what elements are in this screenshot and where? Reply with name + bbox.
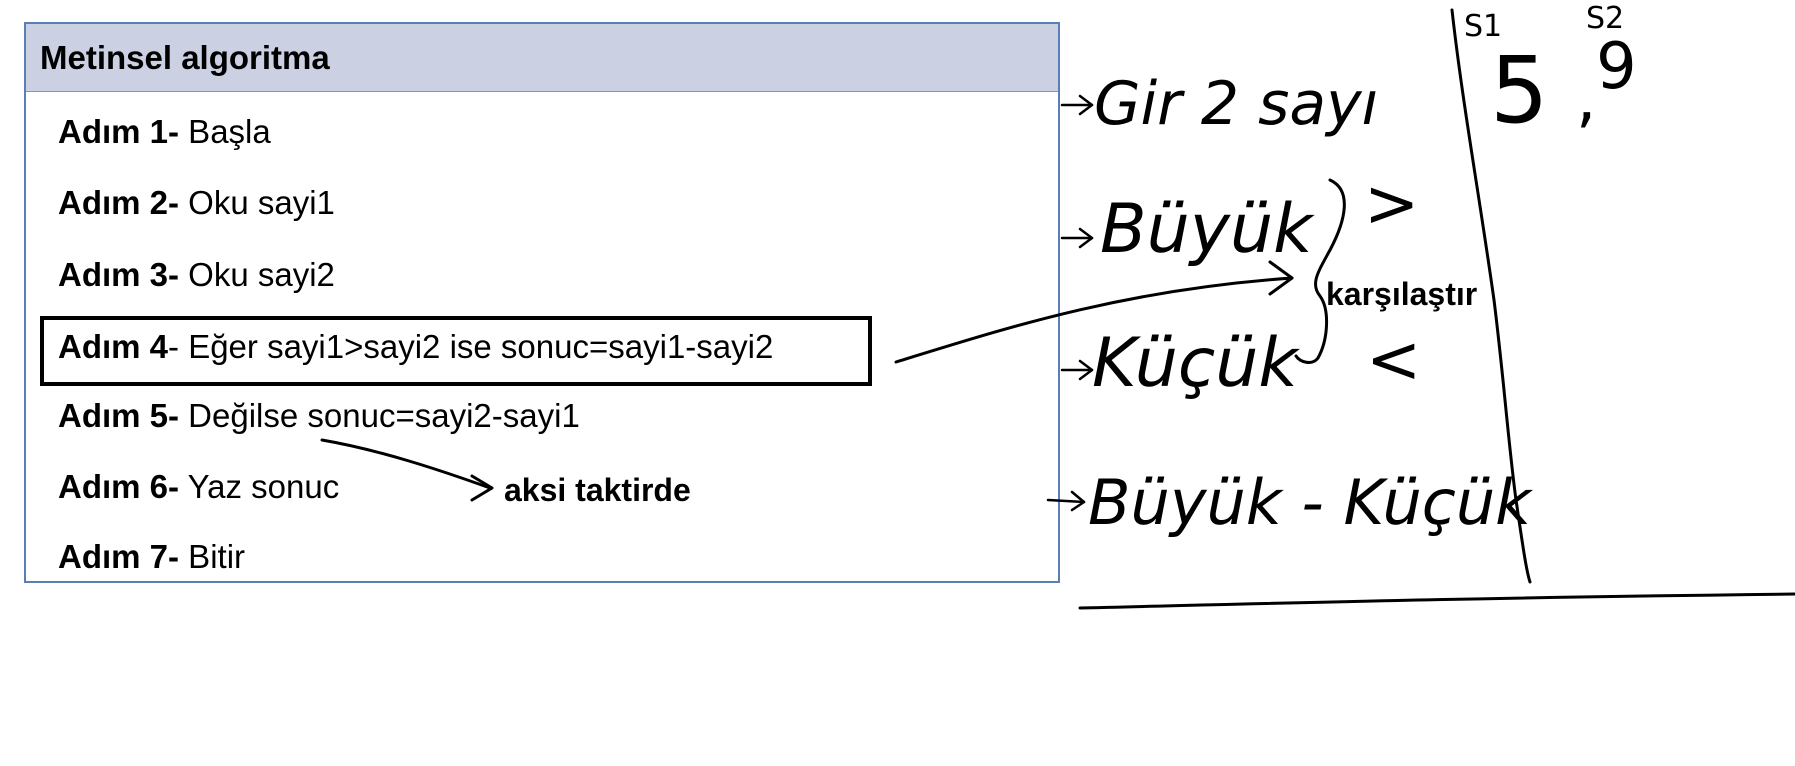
- entry-arrow-1: [1060, 94, 1094, 116]
- entry-arrow-4: [1046, 490, 1086, 512]
- hw-five: 5: [1490, 37, 1549, 144]
- hw-buyuk: Büyük: [1100, 190, 1315, 269]
- bottom-line: [1078, 592, 1795, 610]
- aksi-arrow: [320, 438, 492, 490]
- hw-buyuk-kucuk: Büyük - Küçük: [1088, 466, 1533, 539]
- hw-gir-2-sayi: Gir 2 sayı: [1094, 69, 1378, 139]
- entry-arrow-3: [1060, 359, 1094, 381]
- hw-kucuk: Küçük: [1092, 324, 1300, 403]
- hw-lt: <: [1366, 321, 1421, 398]
- hw-gt: >: [1364, 165, 1419, 242]
- hw-nine: 9: [1596, 30, 1637, 104]
- entry-arrow-2: [1060, 227, 1094, 249]
- hw-comma: ,: [1576, 62, 1596, 136]
- handwriting-layer: Gir 2 sayı Büyük > Küçük < Büyük - Küçük…: [320, 1, 1795, 610]
